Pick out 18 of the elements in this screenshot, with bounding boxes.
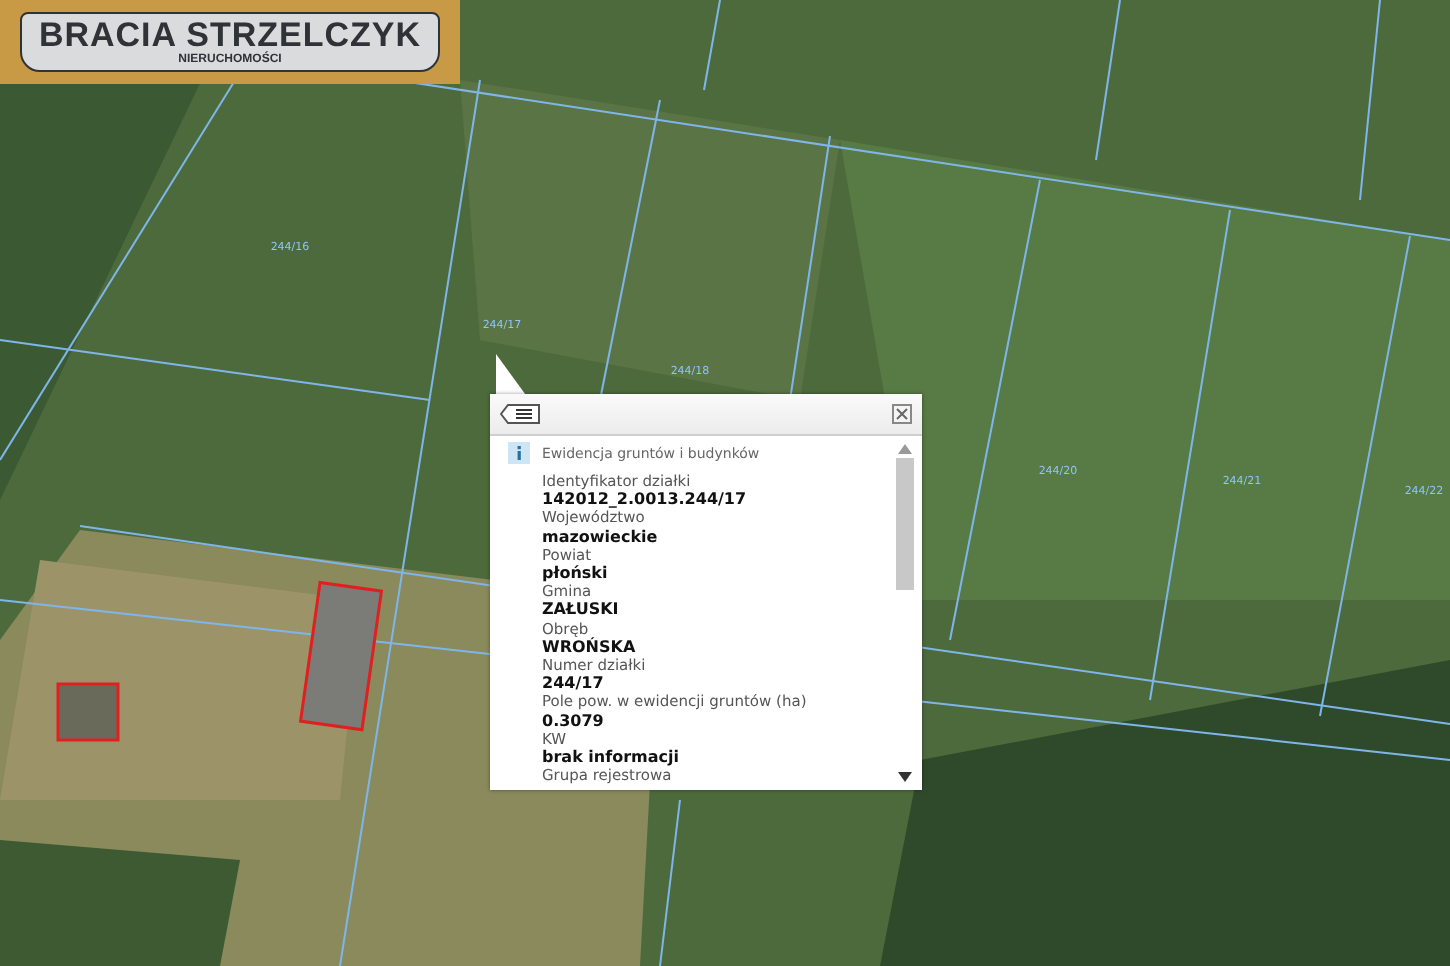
logo-title: BRACIA STRZELCZYK (38, 18, 422, 54)
close-icon (892, 404, 912, 424)
field-value: 244/17 (542, 674, 604, 693)
field-value: 142012_2.0013.244/17 (542, 490, 747, 509)
field-value: brak informacji (542, 748, 679, 767)
list-icon (500, 404, 540, 424)
close-button[interactable] (892, 404, 912, 424)
scroll-up-icon[interactable] (898, 444, 912, 454)
field-value: mazowieckie (542, 527, 658, 546)
scrollbar[interactable] (896, 444, 914, 782)
building-outline (56, 682, 120, 742)
field-value: ZAŁUSKI (542, 600, 619, 620)
field-value: płoński (542, 564, 608, 583)
field-value: 0.3079 (542, 711, 604, 730)
field-value: WROŃSKA (542, 637, 636, 657)
menu-button[interactable] (500, 404, 540, 424)
scroll-down-icon[interactable] (898, 772, 912, 782)
info-icon (508, 442, 530, 464)
